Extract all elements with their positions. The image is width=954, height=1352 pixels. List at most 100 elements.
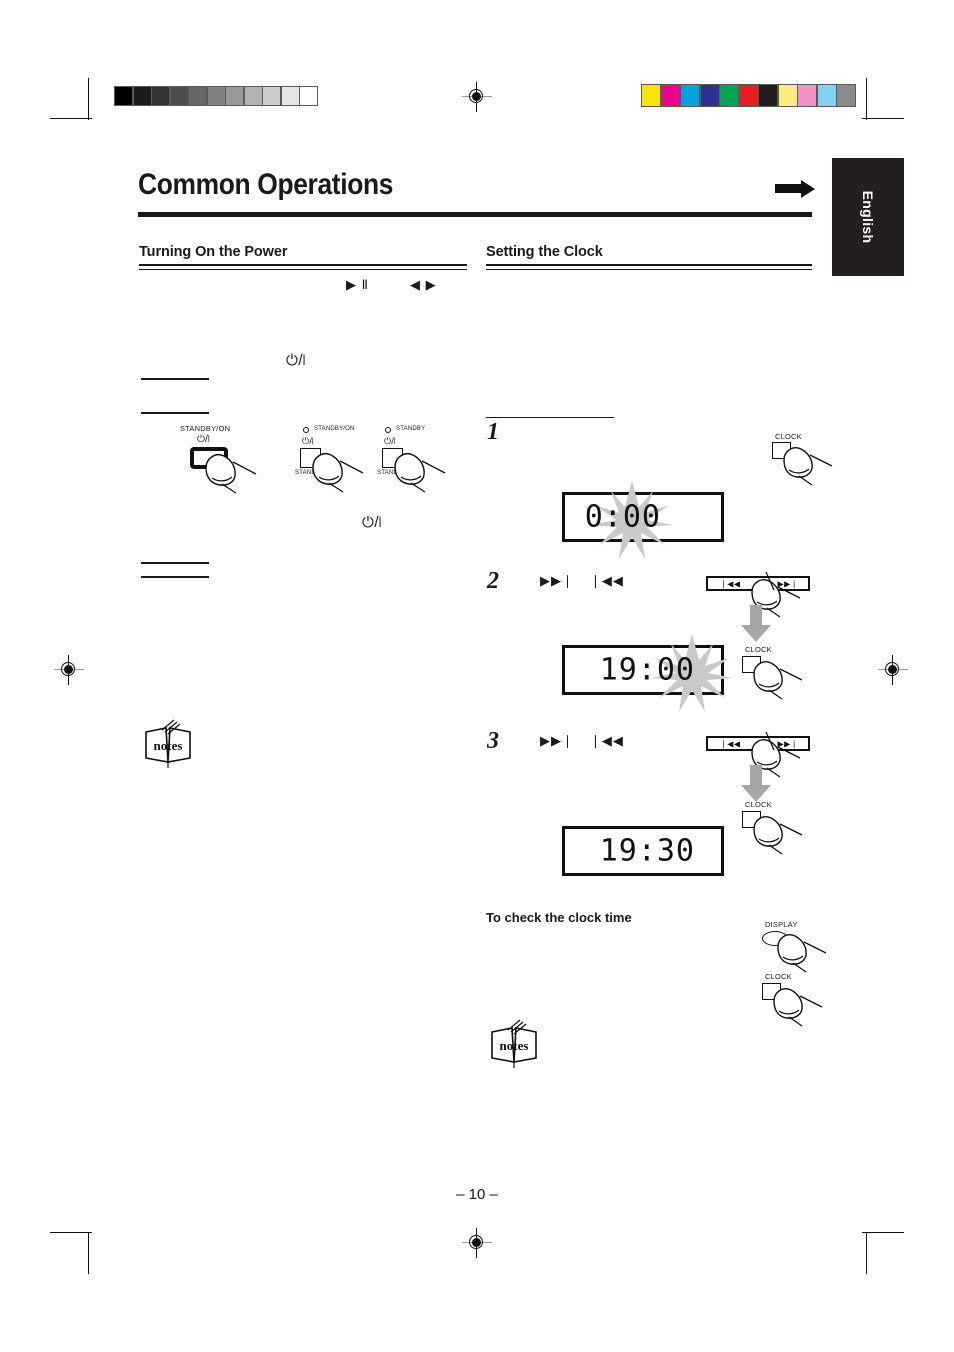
pointing-hand-icon bbox=[773, 988, 823, 1027]
standby-on-led-a-icon bbox=[303, 427, 309, 433]
power-symbol-inline-1: ⏻/❘ bbox=[286, 352, 306, 369]
section-heading-turning-on-the-power: Turning On the Power bbox=[139, 244, 288, 260]
notes-icon: notes bbox=[491, 1019, 537, 1068]
color-swatch-7 bbox=[778, 85, 797, 106]
pointing-hand-icon bbox=[753, 816, 803, 855]
color-swatch-4 bbox=[720, 85, 738, 106]
clock-button-label-step1: CLOCK bbox=[775, 432, 802, 441]
crop-mark-top-left-v bbox=[88, 78, 90, 120]
grayscale-calibration-strip bbox=[114, 86, 318, 106]
step-3-glyph-forward: ▶▶❘ bbox=[540, 733, 574, 748]
section-heading-setting-the-clock: Setting the Clock bbox=[486, 244, 603, 260]
gray-swatch-0 bbox=[115, 87, 132, 105]
color-swatch-5 bbox=[739, 85, 758, 106]
standby-on-remote-a-led-label: STANDBY/ON bbox=[314, 426, 355, 432]
gray-swatch-9 bbox=[281, 87, 299, 105]
standby-on-remote-a-symbol: ⏻/❘ bbox=[302, 436, 314, 446]
registration-mark-right bbox=[878, 655, 908, 685]
skip-bar-left-label-step2: ❘◀◀ bbox=[720, 579, 741, 588]
color-swatch-10 bbox=[837, 85, 855, 106]
gray-swatch-5 bbox=[207, 87, 225, 105]
color-swatch-2 bbox=[681, 85, 699, 106]
down-arrow-icon bbox=[741, 765, 771, 802]
step-2-glyph-forward: ▶▶❘ bbox=[540, 573, 574, 588]
crop-mark-bottom-left-h bbox=[50, 1232, 92, 1234]
pointing-hand-icon bbox=[783, 447, 833, 486]
gray-swatch-2 bbox=[152, 87, 169, 105]
color-swatch-3 bbox=[700, 85, 719, 106]
page-title: Common Operations bbox=[138, 168, 394, 201]
button-illustration-standby-on-remote-a: STANDBY/ON ⏻/❘ STANDBY/ON bbox=[292, 424, 384, 493]
manual-page: Common Operations English Turning On the… bbox=[0, 0, 954, 1352]
button-illustration-clock-check: CLOCK bbox=[760, 972, 840, 1027]
body-rule-left-4 bbox=[141, 576, 209, 578]
crop-mark-bottom-left-v bbox=[88, 1232, 90, 1274]
standby-led-b-icon bbox=[385, 427, 391, 433]
registration-mark-top bbox=[462, 82, 492, 112]
button-illustration-clock-step2: CLOCK bbox=[740, 645, 814, 700]
language-tab-label: English bbox=[860, 190, 876, 244]
gray-swatch-10 bbox=[300, 87, 317, 105]
gray-swatch-1 bbox=[133, 87, 151, 105]
clock-button-label-check: CLOCK bbox=[765, 972, 792, 981]
svg-text:notes: notes bbox=[500, 1038, 529, 1053]
step-3-glyph-backward: ❘◀◀ bbox=[590, 733, 624, 748]
pointing-hand-icon bbox=[753, 661, 803, 700]
svg-text:notes: notes bbox=[154, 738, 183, 753]
display-value-step3: 19:30 bbox=[599, 833, 695, 869]
gray-swatch-6 bbox=[226, 87, 243, 105]
gray-swatch-4 bbox=[189, 87, 206, 105]
pointing-hand-icon bbox=[394, 453, 446, 493]
crop-mark-top-right-v bbox=[866, 78, 868, 120]
pointing-hand-icon bbox=[205, 454, 257, 494]
standby-on-main-symbol: ⏻/❘ bbox=[197, 434, 210, 445]
button-illustration-standby-remote-b: STANDBY ⏻/❘ STANDBY/ON bbox=[374, 424, 466, 493]
step-1-rule bbox=[486, 417, 614, 419]
body-rule-left-3 bbox=[141, 562, 209, 564]
color-swatch-6 bbox=[759, 85, 777, 106]
right-heading-rule-thick bbox=[486, 264, 812, 267]
crop-mark-bottom-right-v bbox=[866, 1232, 868, 1274]
subheading-to-check-clock-time: To check the clock time bbox=[486, 910, 632, 925]
title-underline-rule bbox=[138, 212, 812, 217]
gray-swatch-3 bbox=[170, 87, 188, 105]
crop-mark-top-right-h bbox=[862, 118, 904, 120]
display-panel-step1: 0:00 bbox=[562, 481, 724, 559]
body-rule-left-1 bbox=[141, 378, 209, 380]
display-value-step2: 19:00 bbox=[599, 652, 695, 688]
step-1-number: 1 bbox=[487, 419, 499, 445]
left-heading-rule-thin bbox=[139, 269, 467, 271]
color-swatch-0 bbox=[642, 85, 660, 106]
display-button-label: DISPLAY bbox=[765, 920, 798, 929]
gray-swatch-7 bbox=[244, 87, 262, 105]
color-swatch-1 bbox=[661, 85, 680, 106]
button-illustration-display: DISPLAY bbox=[760, 920, 840, 973]
button-illustration-standby-on-main-unit: STANDBY/ON ⏻/❘ bbox=[180, 424, 270, 494]
clock-button-label-step2: CLOCK bbox=[745, 645, 772, 654]
chapter-arrow-icon bbox=[775, 180, 815, 198]
step-3-number: 3 bbox=[487, 728, 499, 754]
page-number: – 10 – bbox=[456, 1186, 498, 1203]
registration-mark-bottom bbox=[462, 1228, 492, 1258]
right-heading-rule-thin bbox=[486, 269, 812, 271]
body-rule-left-2 bbox=[141, 412, 209, 414]
down-arrow-icon bbox=[741, 605, 771, 642]
pointing-hand-icon bbox=[312, 453, 364, 493]
standby-remote-b-led-label: STANDBY bbox=[396, 426, 426, 432]
power-symbol-inline-2: ⏻/❘ bbox=[362, 514, 382, 531]
crop-mark-top-left-h bbox=[50, 118, 92, 120]
color-swatch-8 bbox=[798, 85, 816, 106]
transport-glyph-play-pause: ▶ Ⅱ bbox=[346, 277, 370, 292]
standby-remote-b-symbol: ⏻/❘ bbox=[384, 436, 396, 446]
clock-button-label-step3: CLOCK bbox=[745, 800, 772, 809]
crop-mark-bottom-right-h bbox=[862, 1232, 904, 1234]
display-value-step1: 0:00 bbox=[584, 499, 661, 535]
language-tab: English bbox=[832, 158, 904, 276]
display-panel-step2: 19:00 bbox=[562, 634, 733, 712]
button-illustration-clock-step1: CLOCK bbox=[770, 432, 844, 486]
color-swatch-9 bbox=[817, 85, 836, 106]
standby-on-main-top-label: STANDBY/ON bbox=[180, 424, 231, 433]
button-illustration-clock-step3: CLOCK bbox=[740, 800, 814, 855]
step-2-number: 2 bbox=[487, 568, 499, 594]
pointing-hand-icon bbox=[777, 934, 827, 973]
